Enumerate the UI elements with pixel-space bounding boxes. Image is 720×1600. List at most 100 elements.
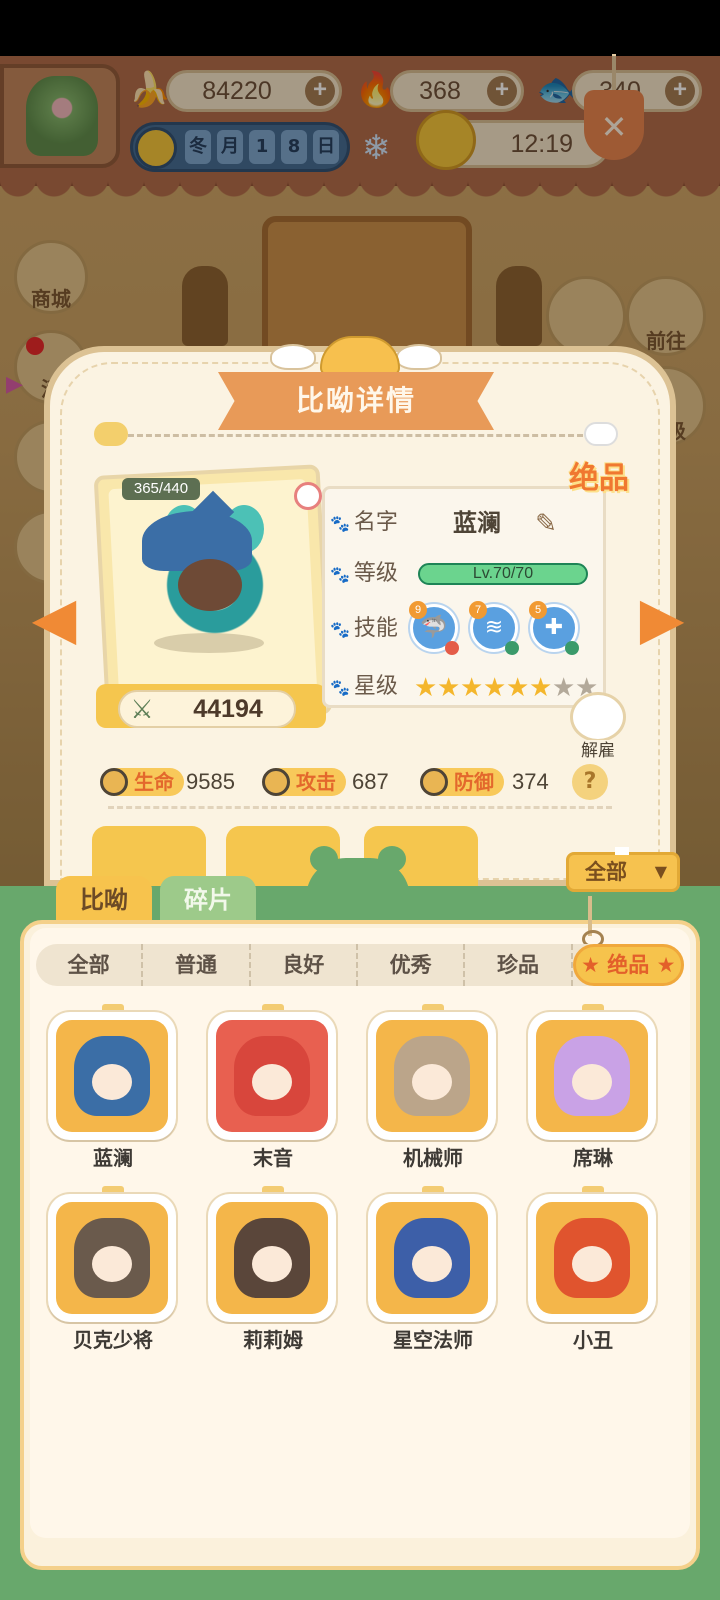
status-bar [0,0,720,56]
character-name: 蓝澜 [453,509,501,537]
previous-arrow-icon[interactable]: ◀ [20,588,88,648]
skill-label: 🐾 技能 [330,614,410,644]
character-name: 席琳 [573,1146,613,1170]
cloud-icon [94,422,128,446]
character-card[interactable]: 小丑 [528,1186,658,1352]
skill-level: 7 [469,601,487,619]
power-value: 44194 [193,695,263,723]
card-portrait [56,1020,168,1132]
skill-type-dot [445,641,459,655]
face-art [572,1064,612,1100]
card-portrait [216,1020,328,1132]
defense-icon [420,768,448,796]
sub-tab-all[interactable]: 全部 [36,944,144,986]
sub-tab-legendary[interactable]: ★ 绝品 ★ [572,944,684,986]
dismiss-label: 解雇 [566,740,630,762]
level-text: Lv.70/70 [472,565,534,582]
edit-name-pencil-icon[interactable]: ✎ [530,508,562,540]
card-portrait [536,1020,648,1132]
rarity-sub-tabs: 全部 普通 良好 优秀 珍品 ★ 绝品 ★ [36,944,684,986]
star-label: 🐾 星级 [330,672,410,702]
character-name: 贝克少将 [73,1328,153,1352]
title-divider [128,434,592,437]
stat-label: 攻击 [296,770,336,794]
star-filled-icon: ★ [506,673,530,703]
face-art [412,1246,452,1282]
sub-tab-excellent[interactable]: 优秀 [358,944,466,986]
face-art [572,1246,612,1282]
star-filled-icon: ★ [437,673,461,703]
hp-value: 9585 [186,769,235,794]
label-text: 名字 [353,510,398,535]
character-card[interactable]: 席琳 [528,1004,658,1170]
character-card[interactable]: 机械师 [368,1004,498,1170]
paw-icon: 🐾 [330,620,350,639]
sub-tab-normal[interactable]: 普通 [143,944,251,986]
character-card[interactable]: 星空法师 [368,1186,498,1352]
sub-tab-good[interactable]: 良好 [251,944,358,986]
card-portrait [216,1202,328,1314]
card-portrait [376,1020,488,1132]
character-name: 末音 [253,1146,293,1170]
exp-badge: 365/440 [122,478,200,500]
rarity-filter-dropdown[interactable]: 全部 ▼ [566,847,680,892]
help-button[interactable]: ? [572,764,608,800]
dismiss-button[interactable]: 解雇 [566,692,630,764]
stat-divider [108,806,612,809]
label-text: 等级 [353,561,398,586]
character-name: 小丑 [573,1328,613,1352]
next-arrow-icon[interactable]: ▶ [628,588,696,648]
attack-value: 687 [352,769,389,794]
star-filled-icon: ★ [414,673,438,703]
tab-biyou[interactable]: 比呦 [56,876,152,924]
skill-heal-plus-icon[interactable]: 5 ✚ [529,601,579,655]
character-name: 机械师 [403,1146,463,1170]
filter-label: 全部 [585,860,627,884]
shadow-art [154,633,264,653]
paw-icon: 🐾 [330,514,350,533]
sub-tab-rare[interactable]: 珍品 [465,944,573,986]
card-portrait [56,1202,168,1314]
stat-label: 防御 [454,770,494,794]
paw-icon: 🐾 [330,678,350,697]
cat-bag-icon [570,692,626,742]
sub-tab-label: 绝品 [607,953,650,977]
face-art [92,1246,132,1282]
star-filled-icon: ★ [460,673,484,703]
label-text: 星级 [353,674,398,699]
stat-label: 生命 [134,770,174,794]
star-filled-icon: ★ [483,673,507,703]
face-art [252,1246,292,1282]
skill-wave-icon[interactable]: 7 ≋ [469,601,519,655]
character-art-lanlan [124,490,294,655]
hanging-rope-decoration [578,896,604,948]
crossed-swords-icon: ⚔ [130,695,154,725]
face-art [178,559,242,611]
character-card[interactable]: 贝克少将 [48,1186,178,1352]
character-card[interactable]: 末音 [208,1004,338,1170]
skill-level: 5 [529,601,547,619]
character-name: 蓝澜 [93,1146,133,1170]
skill-shark-icon[interactable]: 9 🦈 [409,601,459,655]
skill-type-dot [505,641,519,655]
cloud-icon [584,422,618,446]
star-filled-icon: ★ [529,673,553,703]
face-art [92,1064,132,1100]
skill-level: 9 [409,601,427,619]
hp-icon [100,768,128,796]
character-card[interactable]: 蓝澜 [48,1004,178,1170]
card-portrait [376,1202,488,1314]
defense-value: 374 [512,769,549,794]
card-portrait [536,1202,648,1314]
character-card[interactable]: 莉莉姆 [208,1186,338,1352]
attack-icon [262,768,290,796]
character-name: 莉莉姆 [243,1328,303,1352]
tab-fragments[interactable]: 碎片 [160,876,256,924]
skill-type-dot [565,641,579,655]
swap-icon[interactable] [294,482,322,510]
frog-head-decoration [306,846,410,898]
rarity-tag: 绝品 [569,461,629,496]
face-art [412,1064,452,1100]
level-label: 🐾 等级 [330,559,410,589]
paw-icon: 🐾 [330,565,350,584]
